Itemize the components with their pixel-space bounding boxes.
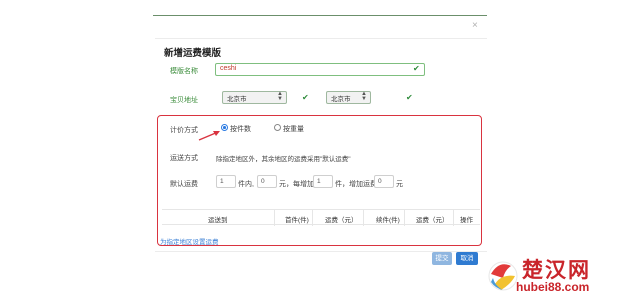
province-select[interactable]: 北京市 ▲ ▼ <box>222 91 287 104</box>
col-destination: 运送到 <box>208 217 228 224</box>
radio-by-weight-label[interactable]: 按重量 <box>283 124 304 134</box>
header-divider <box>155 38 487 39</box>
col-first-qty: 首件(件) <box>285 217 309 224</box>
region-fee-table: 运送到 首件(件) 运费（元） 续件(件) 运费（元） 操作 <box>162 209 480 226</box>
unit-pieces-add-fee: 件，增加运费 <box>335 181 377 188</box>
first-qty-input[interactable]: 1 <box>216 175 236 188</box>
unit-pieces-within: 件内, <box>238 181 254 188</box>
watermark-url: hubei88.com <box>516 280 590 294</box>
add-fee-input[interactable]: 0 <box>374 175 394 188</box>
unit-yuan: 元 <box>396 181 403 188</box>
address-label: 宝贝地址 <box>170 97 198 104</box>
unit-yuan-each-add: 元，每增加 <box>279 181 314 188</box>
dialog-title: 新增运费模版 <box>164 48 222 59</box>
col-divider <box>363 210 364 226</box>
shipping-method-text: 除指定地区外，其余地区的运费采用"默认运费" <box>216 156 351 163</box>
col-action: 操作 <box>460 217 473 224</box>
annotation-arrow <box>198 131 220 141</box>
col-add-fee: 运费（元） <box>416 217 449 224</box>
pricing-method-label: 计价方式 <box>170 127 198 134</box>
specify-region-link[interactable]: 为指定地区设置运费 <box>160 236 219 246</box>
template-name-label: 模版名称 <box>170 68 198 75</box>
check-icon: ✔ <box>302 93 309 102</box>
submit-button[interactable]: 提交 <box>432 252 452 265</box>
col-divider <box>312 210 313 226</box>
shipping-method-label: 运送方式 <box>170 155 198 162</box>
province-value: 北京市 <box>227 96 247 103</box>
template-name-input[interactable]: ceshi <box>215 63 425 76</box>
first-fee-input[interactable]: 0 <box>257 175 277 188</box>
radio-by-weight[interactable] <box>274 124 281 131</box>
cancel-button[interactable]: 取消 <box>456 252 478 265</box>
radio-by-piece-label[interactable]: 按件数 <box>230 124 251 134</box>
col-divider <box>274 210 275 226</box>
col-first-fee: 运费（元） <box>325 217 358 224</box>
updown-arrows-icon: ▲ ▼ <box>361 91 367 102</box>
col-add-qty: 续件(件) <box>376 217 400 224</box>
col-divider <box>404 210 405 226</box>
updown-arrows-icon: ▲ ▼ <box>277 91 283 102</box>
close-icon[interactable]: × <box>472 21 478 31</box>
check-icon: ✔ <box>406 93 413 102</box>
check-icon: ✔ <box>413 64 420 73</box>
default-fee-label: 默认运费 <box>170 181 198 188</box>
city-value: 北京市 <box>331 96 351 103</box>
col-divider <box>453 210 454 226</box>
add-qty-input[interactable]: 1 <box>313 175 333 188</box>
city-select[interactable]: 北京市 ▲ ▼ <box>326 91 371 104</box>
